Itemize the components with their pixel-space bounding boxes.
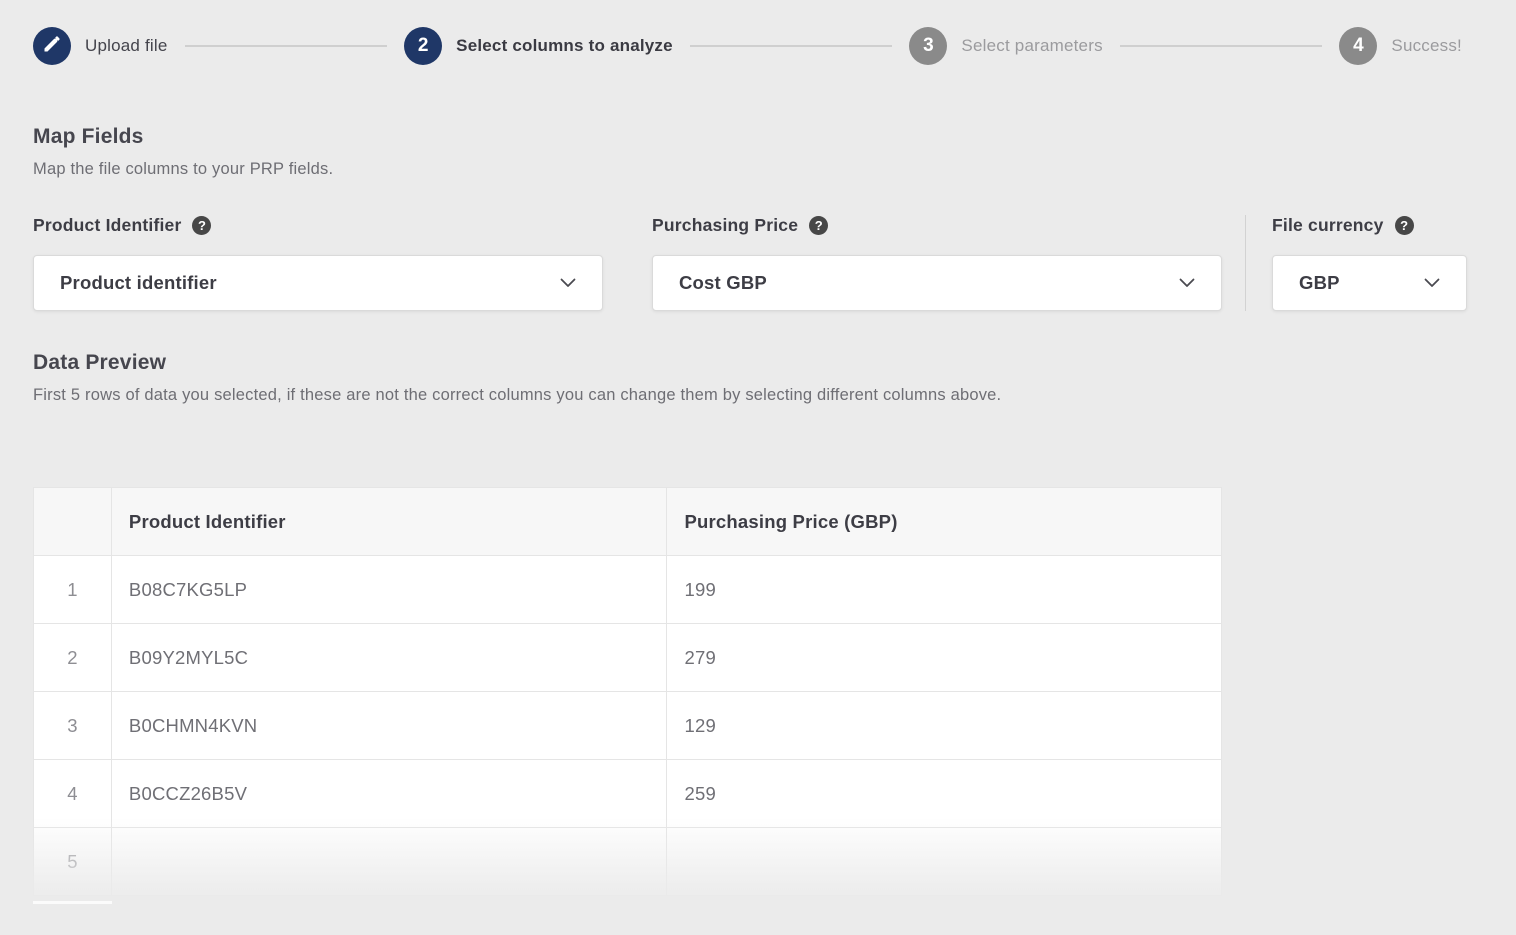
step-3-label: Select parameters (961, 36, 1102, 56)
step-2-number: 2 (418, 35, 429, 57)
field-product-identifier: Product Identifier ? Product identifier (33, 215, 603, 311)
step-upload-file[interactable]: Upload file (33, 27, 168, 65)
help-icon[interactable]: ? (192, 216, 211, 235)
column-header-product-identifier: Product Identifier (111, 488, 667, 556)
row-number-cell: 5 (34, 828, 112, 896)
purchasing-price-select[interactable]: Cost GBP (652, 255, 1222, 311)
step-connector (690, 45, 893, 47)
step-1-label: Upload file (85, 36, 168, 56)
table-cell-bottom-edge (33, 901, 112, 904)
product-identifier-label: Product Identifier (33, 215, 181, 236)
table-header-row: Product Identifier Purchasing Price (GBP… (34, 488, 1222, 556)
map-fields-section: Map Fields Map the file columns to your … (33, 125, 1516, 179)
purchasing-price-label: Purchasing Price (652, 215, 798, 236)
row-number-cell: 3 (34, 692, 112, 760)
row-number-cell: 4 (34, 760, 112, 828)
chevron-down-icon (1424, 278, 1440, 288)
data-preview-title: Data Preview (33, 351, 1516, 375)
product-identifier-cell: B0CHMN4KVN (111, 692, 667, 760)
pencil-icon (42, 34, 62, 59)
product-identifier-cell: B09Y2MYL5C (111, 624, 667, 692)
step-4-label: Success! (1391, 36, 1462, 56)
help-icon[interactable]: ? (1395, 216, 1414, 235)
purchasing-price-cell: 279 (667, 624, 1222, 692)
step-select-columns[interactable]: 2 Select columns to analyze (404, 27, 673, 65)
table-row: 3 B0CHMN4KVN 129 (34, 692, 1222, 760)
purchasing-price-cell: 259 (667, 760, 1222, 828)
product-identifier-select[interactable]: Product identifier (33, 255, 603, 311)
purchasing-price-cell (667, 828, 1222, 896)
step-3-number: 3 (923, 35, 934, 57)
table-row: 1 B08C7KG5LP 199 (34, 556, 1222, 624)
step-4-indicator[interactable]: 4 (1339, 27, 1377, 65)
table-row: 4 B0CCZ26B5V 259 (34, 760, 1222, 828)
product-identifier-cell: B0CCZ26B5V (111, 760, 667, 828)
purchasing-price-value: Cost GBP (679, 272, 767, 294)
vertical-divider (1245, 215, 1246, 311)
chevron-down-icon (1179, 278, 1195, 288)
file-currency-label: File currency (1272, 215, 1384, 236)
data-preview-section: Data Preview First 5 rows of data you se… (33, 351, 1516, 405)
purchasing-price-cell: 199 (667, 556, 1222, 624)
wizard-stepper: Upload file 2 Select columns to analyze … (0, 0, 1516, 65)
step-select-parameters[interactable]: 3 Select parameters (909, 27, 1102, 65)
step-connector (185, 45, 388, 47)
map-fields-title: Map Fields (33, 125, 1516, 149)
row-number-cell: 1 (34, 556, 112, 624)
product-identifier-value: Product identifier (60, 272, 217, 294)
data-preview-subtitle: First 5 rows of data you selected, if th… (33, 386, 1516, 405)
file-currency-value: GBP (1299, 272, 1340, 294)
data-preview-table: Product Identifier Purchasing Price (GBP… (33, 487, 1222, 896)
field-purchasing-price: Purchasing Price ? Cost GBP (652, 215, 1222, 311)
step-3-indicator[interactable]: 3 (909, 27, 947, 65)
step-connector (1120, 45, 1323, 47)
column-header-row-number (34, 488, 112, 556)
purchasing-price-cell: 129 (667, 692, 1222, 760)
step-2-label: Select columns to analyze (456, 36, 673, 56)
chevron-down-icon (560, 278, 576, 288)
field-mapping-row: Product Identifier ? Product identifier … (33, 215, 1462, 311)
step-4-number: 4 (1353, 35, 1364, 57)
column-header-purchasing-price: Purchasing Price (GBP) (667, 488, 1222, 556)
help-icon[interactable]: ? (809, 216, 828, 235)
step-2-indicator[interactable]: 2 (404, 27, 442, 65)
field-file-currency: File currency ? GBP (1272, 215, 1467, 311)
map-fields-subtitle: Map the file columns to your PRP fields. (33, 160, 1516, 179)
product-identifier-cell (111, 828, 667, 896)
product-identifier-cell: B08C7KG5LP (111, 556, 667, 624)
row-number-cell: 2 (34, 624, 112, 692)
step-success[interactable]: 4 Success! (1339, 27, 1462, 65)
table-row: 5 (34, 828, 1222, 896)
file-currency-select[interactable]: GBP (1272, 255, 1467, 311)
table-row: 2 B09Y2MYL5C 279 (34, 624, 1222, 692)
step-1-indicator[interactable] (33, 27, 71, 65)
table-body: 1 B08C7KG5LP 199 2 B09Y2MYL5C 279 3 B0CH… (34, 556, 1222, 896)
